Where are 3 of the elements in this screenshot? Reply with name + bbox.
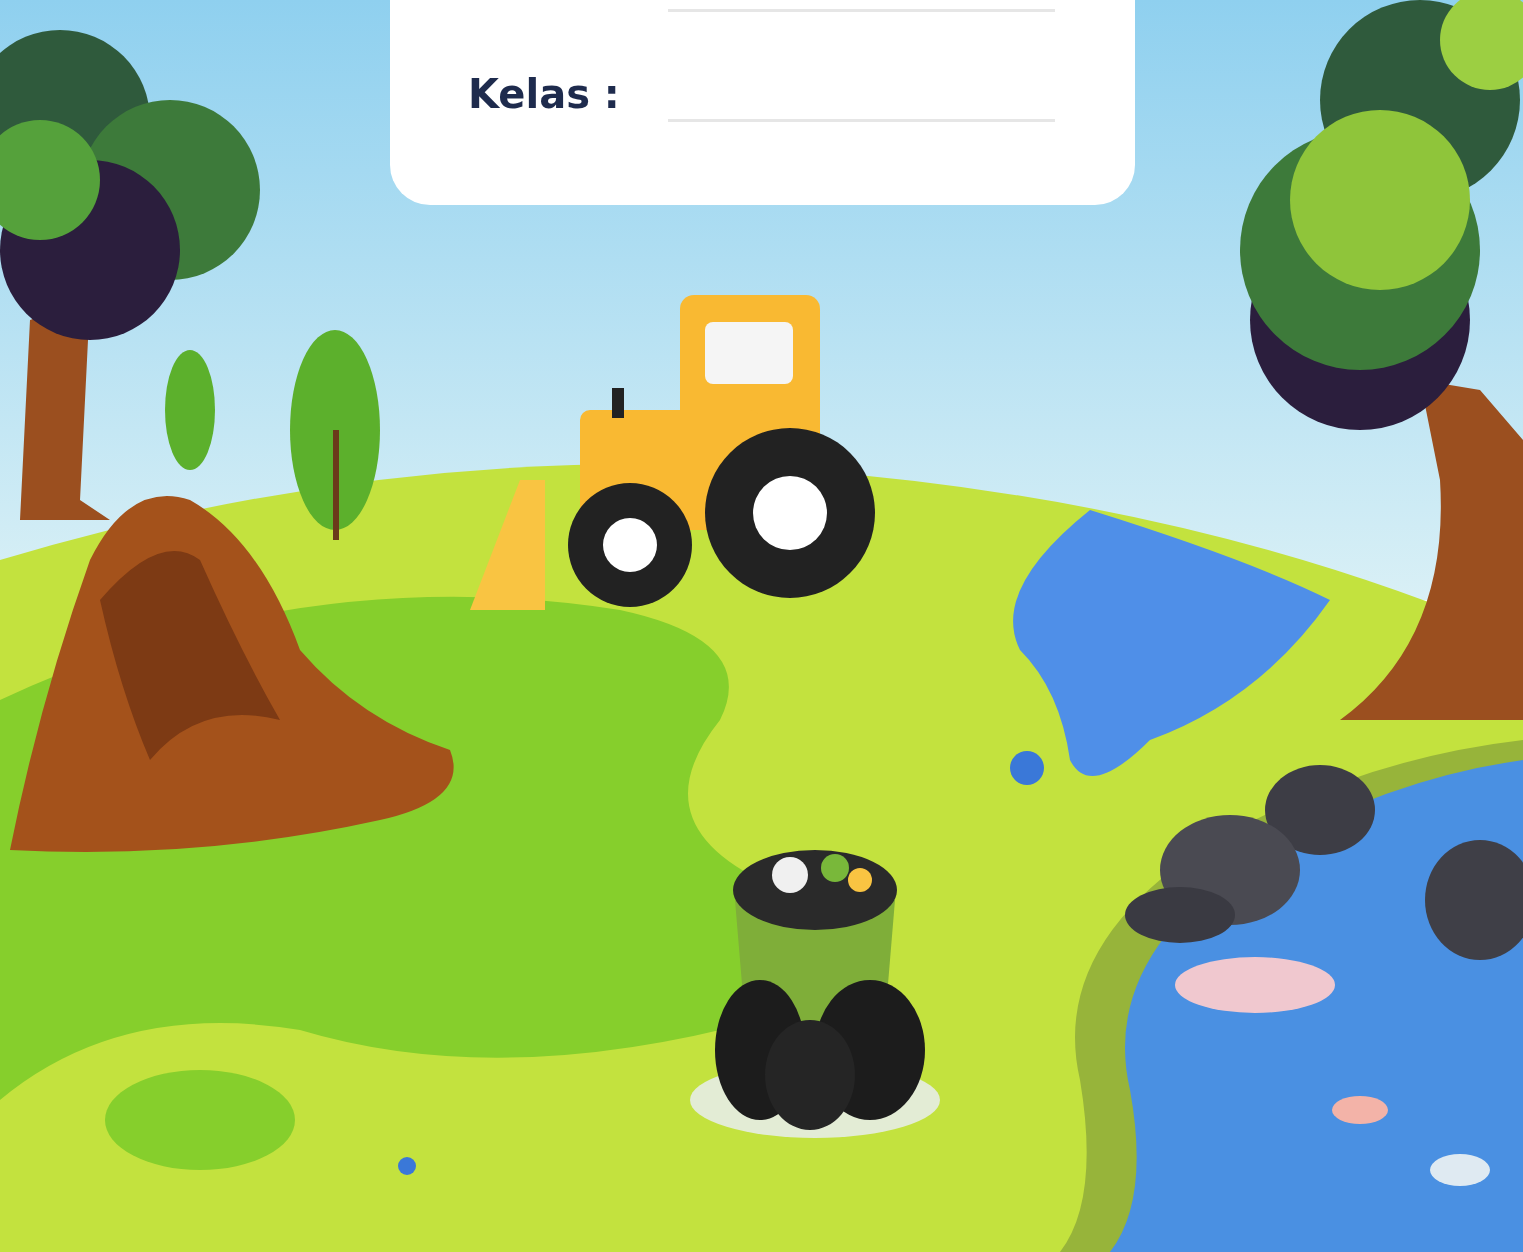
dot: [398, 1157, 416, 1175]
dot: [1010, 751, 1044, 785]
field-label: Kelas :: [468, 72, 621, 119]
